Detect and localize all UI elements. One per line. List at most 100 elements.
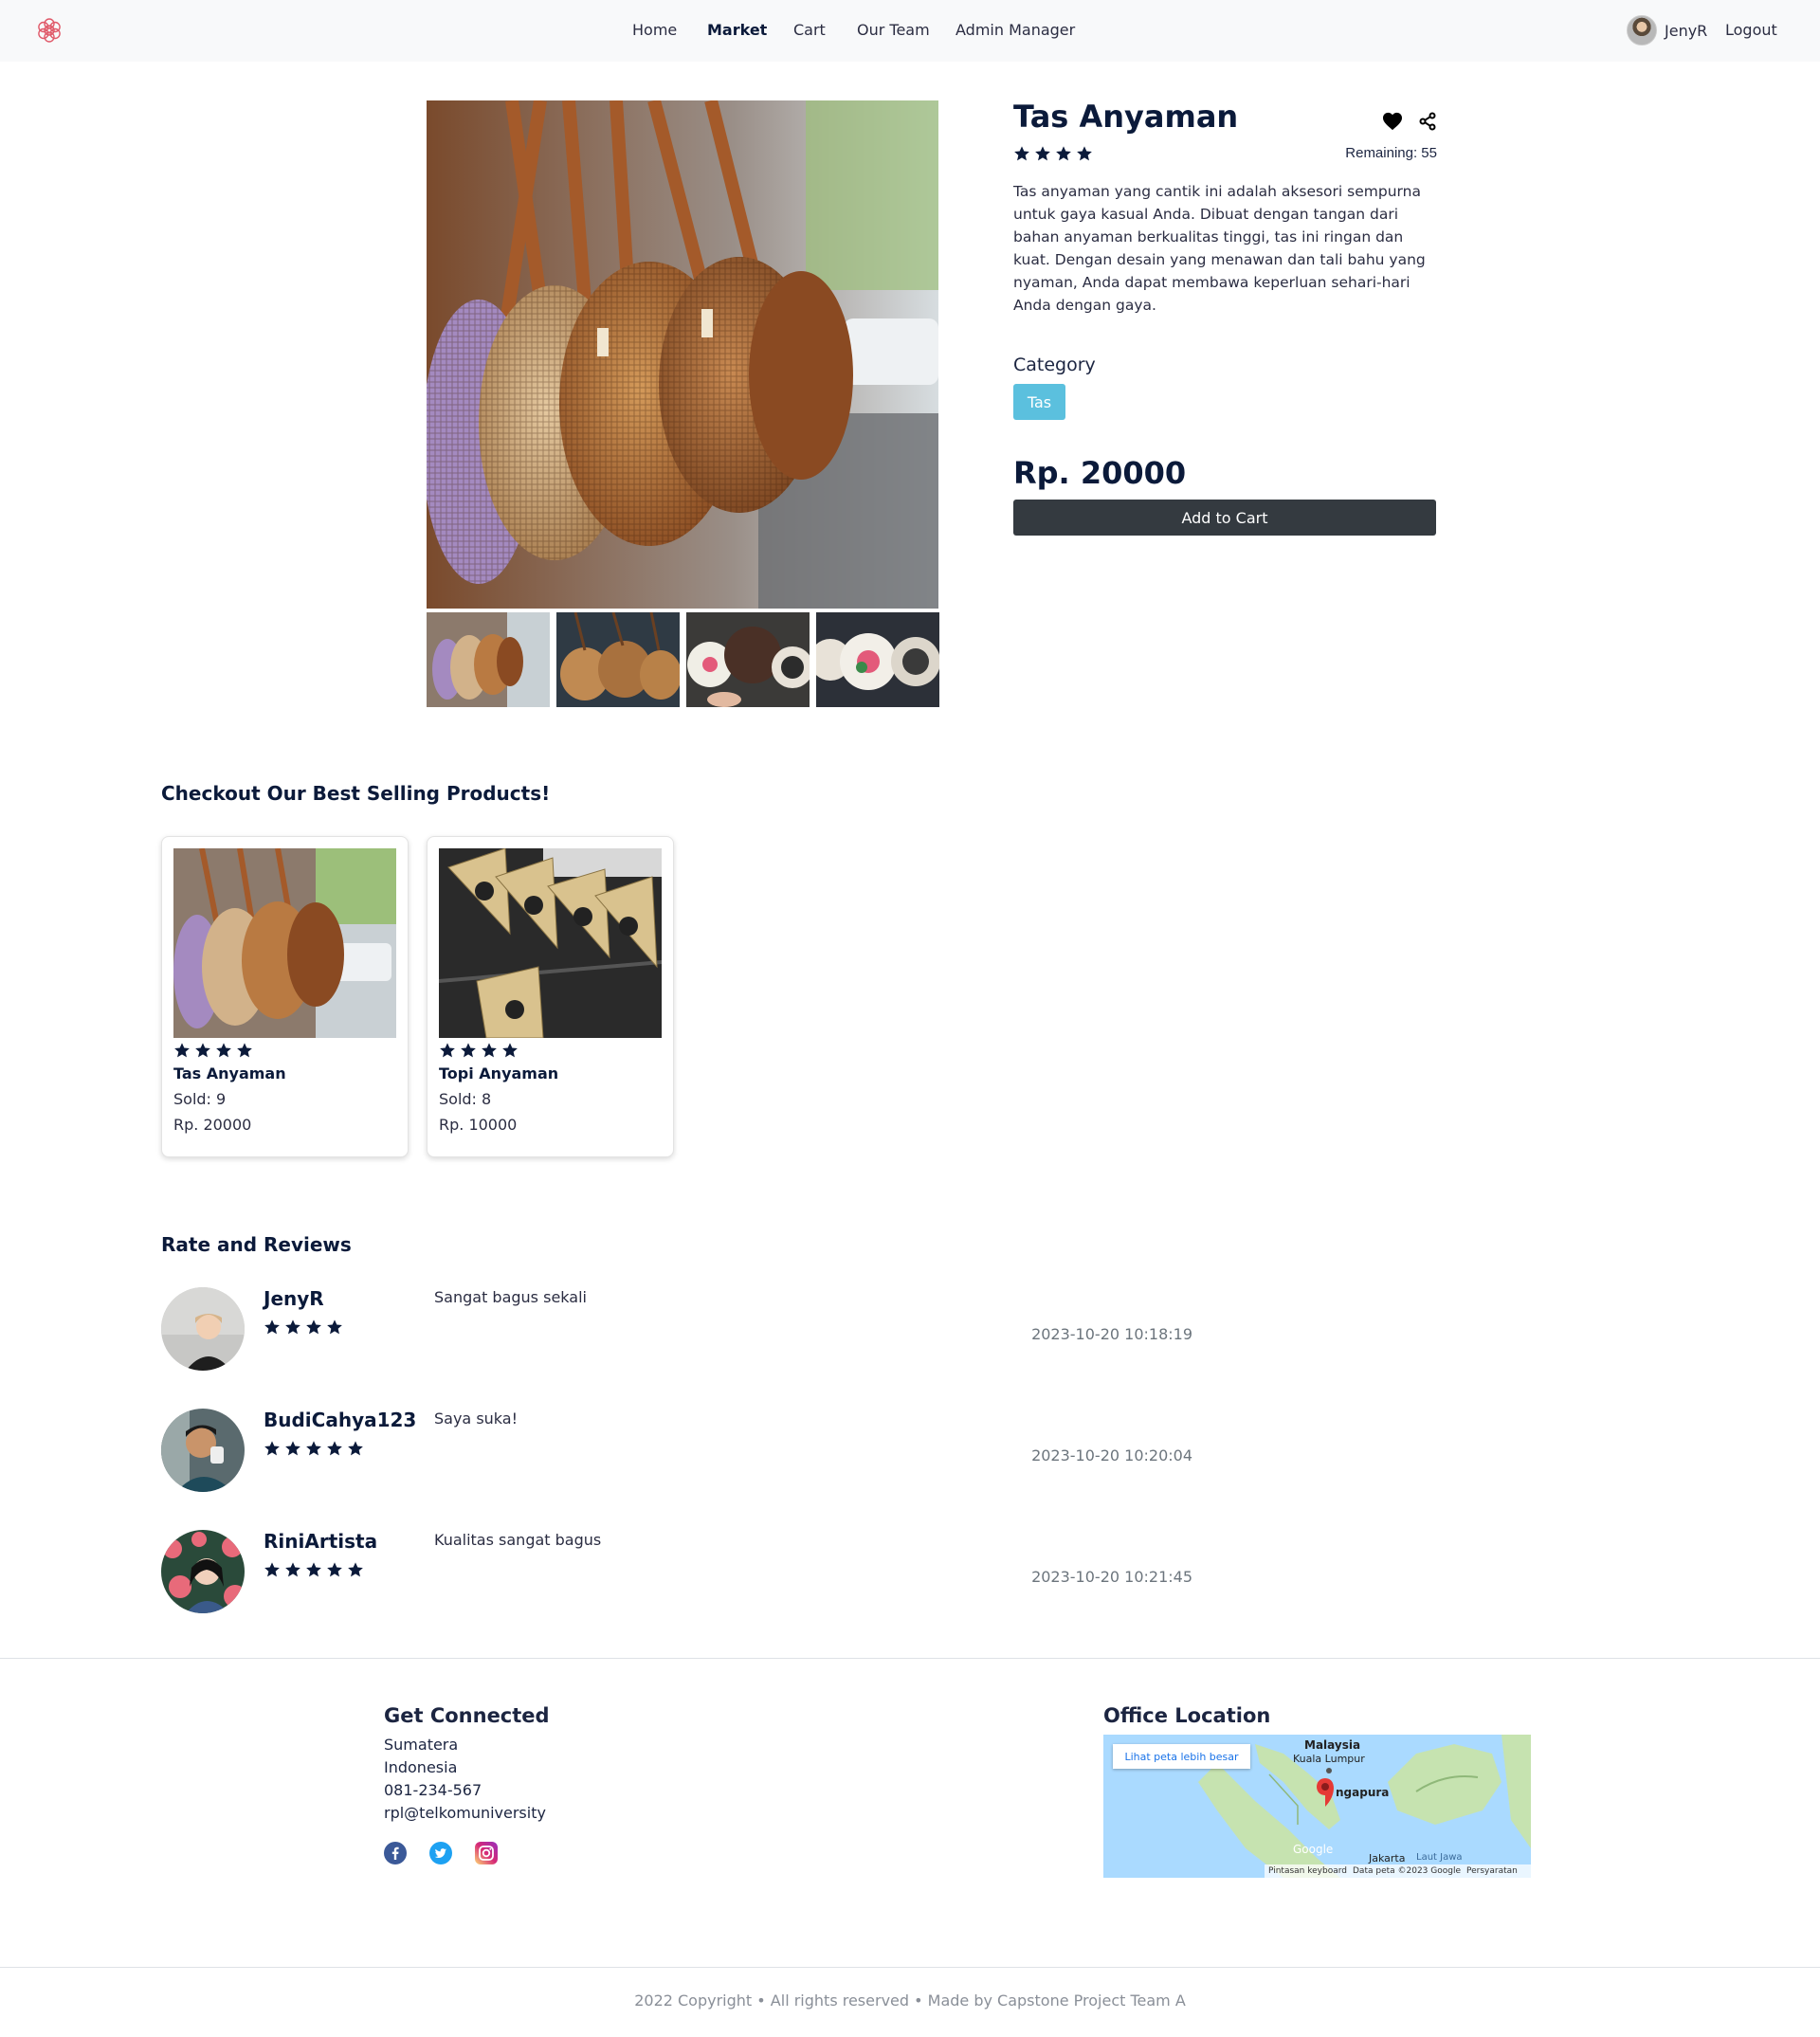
copyright: 2022 Copyright • All rights reserved • M… [634,1992,1186,2010]
product-card[interactable]: Topi Anyaman Sold: 8 Rp. 10000 [427,836,674,1157]
star-icon [305,1440,322,1457]
map-label: Malaysia [1304,1738,1361,1752]
star-icon [326,1319,343,1336]
thumbnail[interactable] [556,612,680,707]
logout-link[interactable]: Logout [1725,21,1777,39]
thumbnail-strip [427,612,939,707]
nav-market[interactable]: Market [707,21,767,39]
map-attribution: Pintasan keyboard Data peta ©2023 Google… [1265,1864,1531,1878]
product-title: Tas Anyaman [1013,99,1239,135]
star-icon [460,1042,477,1059]
star-icon [284,1440,301,1457]
star-icon [173,1042,191,1059]
best-selling-title: Checkout Our Best Selling Products! [161,782,551,805]
reviews-title: Rate and Reviews [161,1233,352,1256]
product-card-price: Rp. 20000 [173,1116,252,1134]
footer-divider [0,1967,1820,1968]
product-description: Tas anyaman yang cantik ini adalah akses… [1013,183,1426,314]
product-card-sold: Sold: 9 [173,1090,227,1108]
nav-our-team[interactable]: Our Team [857,21,930,39]
product-card-name: Topi Anyaman [439,1064,559,1082]
nav-admin-manager[interactable]: Admin Manager [956,21,1075,39]
get-connected-title: Get Connected [384,1704,550,1727]
star-icon [305,1319,322,1336]
review-date: 2023-10-20 10:20:04 [1031,1446,1192,1464]
footer-address-region: Sumatera [384,1736,459,1754]
review-text: Kualitas sangat bagus [434,1531,602,1549]
remaining-stock: Remaining: 55 [1345,145,1437,161]
map-terms[interactable]: Persyaratan [1466,1866,1518,1876]
google-logo: Google [1293,1843,1334,1856]
review-rating [264,1319,343,1336]
product-card-image [173,848,396,1038]
product-card[interactable]: Tas Anyaman Sold: 9 Rp. 20000 [161,836,409,1157]
footer-divider [0,1658,1820,1659]
map-enlarge-link[interactable]: Lihat peta lebih besar [1113,1744,1250,1769]
share-icon[interactable] [1418,112,1437,131]
footer-email[interactable]: rpl@telkomuniversity [384,1804,546,1822]
map-label: Laut Jawa [1416,1852,1463,1863]
product-card-name: Tas Anyaman [173,1064,286,1082]
product-card-sold: Sold: 8 [439,1090,492,1108]
map-keyboard-shortcuts[interactable]: Pintasan keyboard [1268,1866,1347,1876]
star-icon [264,1319,281,1336]
navbar: Home Market Cart Our Team Admin Manager … [0,0,1820,62]
star-icon [305,1561,322,1578]
star-icon [326,1561,343,1578]
avatar [161,1287,245,1371]
thumbnail[interactable] [816,612,939,707]
review-text: Saya suka! [434,1410,518,1428]
star-icon [347,1440,364,1457]
avatar [161,1530,245,1613]
avatar [1627,15,1657,45]
footer-address-country: Indonesia [384,1758,458,1776]
product-card-image [439,848,662,1038]
footer-phone: 081-234-567 [384,1781,482,1799]
map-label: Kuala Lumpur [1293,1753,1365,1765]
star-icon [284,1319,301,1336]
product-card-rating [439,1042,519,1059]
star-icon [439,1042,456,1059]
star-icon [481,1042,498,1059]
avatar [161,1409,245,1492]
star-icon [215,1042,232,1059]
category-label: Category [1013,355,1096,375]
review-date: 2023-10-20 10:18:19 [1031,1325,1192,1343]
review-text: Sangat bagus sekali [434,1288,587,1306]
star-icon [284,1561,301,1578]
facebook-icon[interactable] [384,1842,407,1864]
office-location-title: Office Location [1103,1704,1271,1727]
star-icon [264,1561,281,1578]
star-icon [1034,145,1051,162]
review-rating [264,1561,364,1578]
thumbnail[interactable] [686,612,810,707]
heart-icon[interactable] [1382,112,1403,131]
review-rating [264,1440,364,1457]
nav-username: JenyR [1665,21,1708,40]
nav-cart[interactable]: Cart [793,21,826,39]
nav-home[interactable]: Home [632,21,677,39]
nav-user-menu[interactable]: JenyR [1627,15,1707,45]
star-icon [264,1440,281,1457]
product-rating [1013,145,1093,162]
twitter-icon[interactable] [429,1842,452,1864]
instagram-icon[interactable] [475,1842,498,1864]
star-icon [326,1440,343,1457]
product-price: Rp. 20000 [1013,455,1187,491]
thumbnail[interactable] [427,612,550,707]
map-label: ngapura [1336,1786,1390,1799]
add-to-cart-button[interactable]: Add to Cart [1013,500,1436,536]
product-card-rating [173,1042,253,1059]
review-username: RiniArtista [264,1530,378,1553]
star-icon [194,1042,211,1059]
map-data-credit: Data peta ©2023 Google [1353,1866,1462,1876]
office-map[interactable]: Lihat peta lebih besar Malaysia Kuala Lu… [1103,1735,1531,1878]
review-username: BudiCahya123 [264,1409,417,1431]
star-icon [347,1561,364,1578]
category-badge[interactable]: Tas [1013,384,1065,420]
product-card-price: Rp. 10000 [439,1116,518,1134]
review-date: 2023-10-20 10:21:45 [1031,1568,1192,1586]
star-icon [1013,145,1030,162]
product-main-image [427,100,938,609]
star-icon [1076,145,1093,162]
